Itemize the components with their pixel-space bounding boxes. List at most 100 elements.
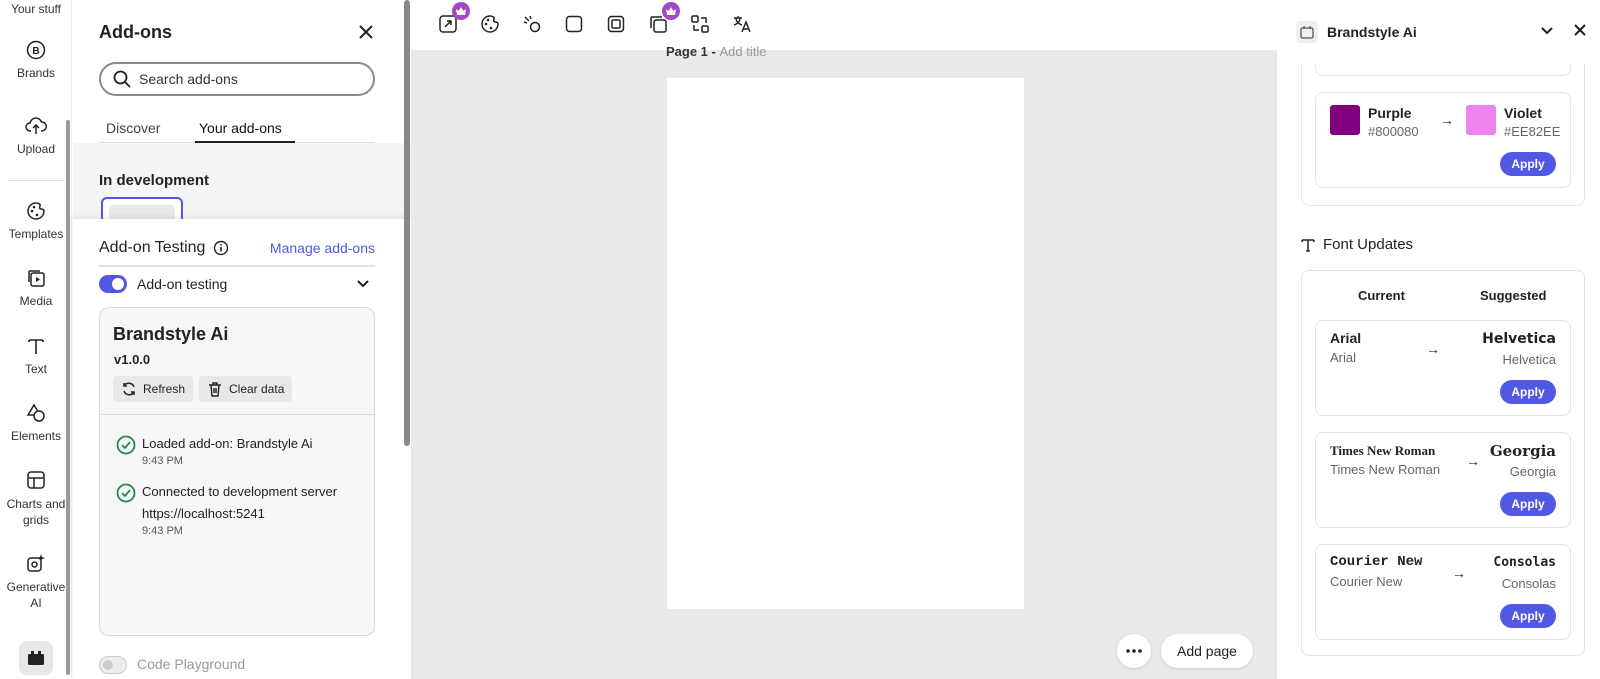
replace-tool-button[interactable]: [688, 12, 712, 36]
chevron-down-icon[interactable]: [1539, 22, 1555, 38]
theme-tool-button[interactable]: [478, 12, 502, 36]
info-icon[interactable]: [213, 240, 229, 256]
font-row-card: Arial Arial → Helvetica Helvetica Apply: [1315, 320, 1571, 416]
current-font-name: Times New Roman: [1330, 443, 1436, 458]
rail-item-upload[interactable]: Upload: [0, 116, 72, 156]
rail-label-elements: Elements: [10, 429, 62, 443]
refresh-icon: [123, 382, 135, 396]
suggested-color-hex: #EE82EE: [1504, 124, 1561, 139]
divider: [99, 265, 375, 267]
log-entry: Connected to development server https://…: [116, 481, 366, 537]
arrow-right-icon: →: [1466, 453, 1480, 469]
addon-card: Brandstyle Ai v1.0.0 Refresh Clear data …: [99, 307, 375, 636]
current-font-name: Courier New: [1330, 554, 1423, 570]
rail-divider: [8, 180, 64, 181]
page-title-placeholder[interactable]: Add title: [719, 44, 766, 59]
suggested-font-name: Helvetica: [1482, 331, 1556, 347]
addon-testing-toggle[interactable]: [99, 275, 127, 293]
addon-logo-icon: [1296, 21, 1318, 43]
page-label[interactable]: Page 1 - Add title: [666, 44, 766, 59]
current-font-sub: Arial: [1330, 350, 1357, 365]
dev-addon-thumbnail[interactable]: [101, 197, 183, 221]
suggested-font-name: Consolas: [1493, 555, 1556, 570]
generative-ai-icon: [27, 554, 45, 572]
palette-icon: [481, 15, 499, 33]
clear-data-button[interactable]: Clear data: [199, 376, 293, 402]
canvas-area: Page 1 - Add title Add page: [411, 44, 1277, 679]
refresh-button[interactable]: Refresh: [113, 376, 194, 402]
font-row-card: Courier New Courier New → Consolas Conso…: [1315, 544, 1571, 640]
premium-crown-icon: [662, 2, 680, 20]
arrow-right-icon: →: [1440, 112, 1454, 128]
rail-scrollbar[interactable]: [66, 120, 70, 675]
upload-icon: [25, 117, 47, 134]
frame-tool-button[interactable]: [604, 12, 628, 36]
translate-icon: [733, 16, 751, 33]
rail-item-generative-ai[interactable]: Generative AI: [0, 553, 72, 611]
brandstyle-header: Brandstyle Ai: [1277, 0, 1600, 64]
square-icon: [565, 15, 583, 33]
panel-scrollbar[interactable]: [404, 0, 410, 446]
your-stuff-label[interactable]: Your stuff: [0, 2, 72, 16]
translate-tool-button[interactable]: [730, 12, 754, 36]
pages-tool-button[interactable]: [646, 2, 680, 36]
addons-tabs: Discover Your add-ons: [99, 114, 375, 144]
code-playground-label: Code Playground: [137, 656, 246, 672]
canvas-page[interactable]: [667, 78, 1024, 609]
search-placeholder: Search add-ons: [139, 71, 238, 87]
tab-discover[interactable]: Discover: [106, 120, 160, 136]
apply-color-button[interactable]: Apply: [1500, 152, 1556, 176]
rail-item-templates[interactable]: Templates: [0, 201, 72, 241]
brandstyle-title: Brandstyle Ai: [1327, 24, 1417, 40]
animate-icon: [523, 15, 541, 33]
search-icon: [113, 70, 131, 88]
top-toolbar: [411, 0, 1277, 50]
addons-title: Add-ons: [99, 22, 172, 42]
log-entry: Loaded add-on: Brandstyle Ai 9:43 PM: [116, 433, 366, 467]
current-color-hex: #800080: [1368, 124, 1419, 139]
close-icon[interactable]: [1572, 22, 1588, 38]
apply-font-button[interactable]: Apply: [1500, 492, 1556, 516]
current-color-swatch: [1330, 105, 1360, 135]
suggested-color-swatch: [1466, 105, 1496, 135]
text-icon: [28, 339, 44, 354]
close-icon[interactable]: [356, 22, 376, 42]
rail-label-brands: Brands: [16, 66, 56, 80]
addon-testing-toggle-label: Add-on testing: [137, 276, 228, 292]
media-icon: [28, 270, 45, 287]
charts-icon: [27, 471, 45, 489]
rail-label-upload: Upload: [16, 142, 56, 156]
tab-your-addons[interactable]: Your add-ons: [199, 120, 282, 136]
current-font-sub: Times New Roman: [1330, 462, 1441, 477]
addon-name: Brandstyle Ai: [113, 324, 229, 344]
rail-item-elements[interactable]: Elements: [0, 403, 72, 443]
suggested-color-name: Violet: [1504, 105, 1542, 121]
resize-tool-button[interactable]: [436, 2, 470, 36]
chevron-down-icon[interactable]: [355, 275, 371, 291]
rail-item-charts[interactable]: Charts and grids: [0, 470, 72, 528]
rail-item-media[interactable]: Media: [0, 268, 72, 308]
apply-font-button[interactable]: Apply: [1500, 604, 1556, 628]
suggested-font-name: Georgia: [1489, 442, 1556, 460]
manage-addons-link[interactable]: Manage add-ons: [270, 240, 375, 256]
font-icon: [1301, 238, 1315, 252]
column-header-current: Current: [1358, 288, 1405, 303]
rail-item-addons[interactable]: [19, 641, 53, 675]
color-pair-card: Purple #800080 → Violet #EE82EE Apply: [1315, 92, 1571, 188]
shape-tool-button[interactable]: [562, 12, 586, 36]
rail-item-text[interactable]: Text: [0, 336, 72, 376]
clear-data-label: Clear data: [229, 382, 285, 396]
animate-tool-button[interactable]: [520, 12, 544, 36]
code-playground-toggle[interactable]: [99, 656, 127, 674]
suggested-font-sub: Georgia: [1509, 464, 1556, 479]
apply-font-button[interactable]: Apply: [1500, 380, 1556, 404]
arrow-right-icon: →: [1452, 565, 1466, 581]
more-options-button[interactable]: [1117, 634, 1151, 668]
page-number: Page 1 -: [666, 44, 720, 59]
brandstyle-panel: Brandstyle Ai Purple #800080 → Violet #E…: [1277, 0, 1600, 679]
svg-text:B: B: [32, 46, 39, 57]
add-page-button[interactable]: Add page: [1161, 634, 1253, 668]
search-input[interactable]: Search add-ons: [99, 62, 375, 96]
rail-item-brands[interactable]: B Brands: [0, 40, 72, 80]
frame-icon: [607, 15, 625, 33]
